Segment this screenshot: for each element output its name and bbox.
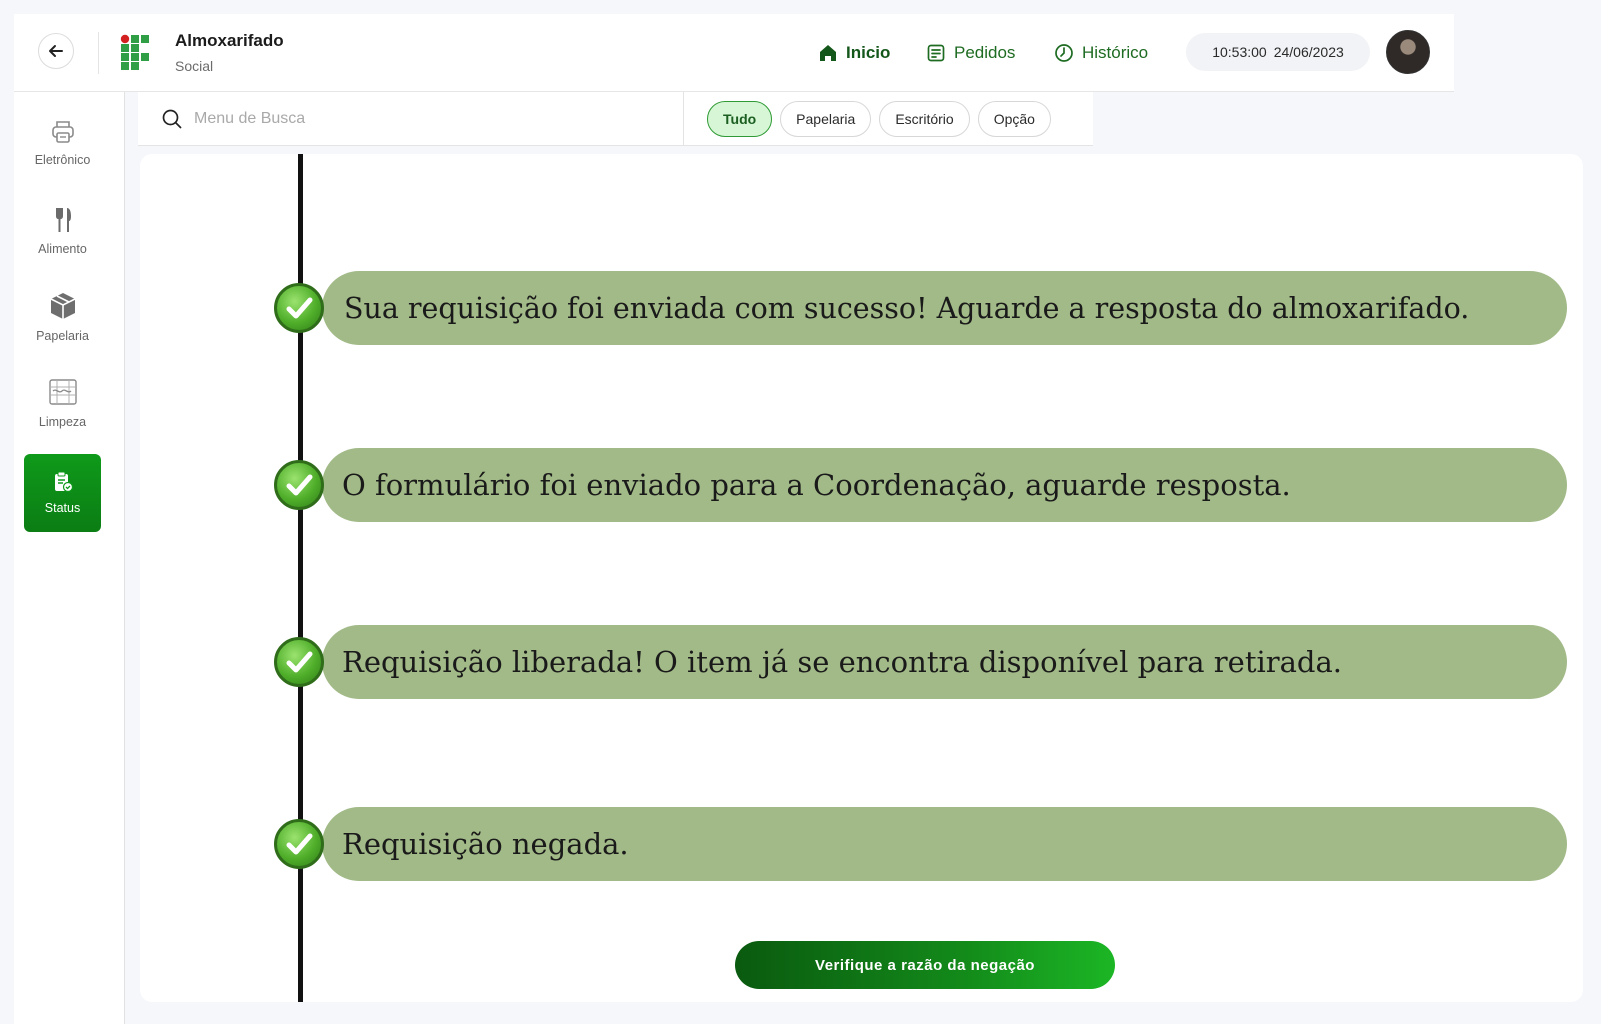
time-text: 10:53:00 [1212,44,1267,60]
clock-icon [1055,44,1073,62]
check-icon [274,637,324,687]
timeline-step: Sua requisição foi enviada com sucesso! … [274,271,1574,345]
user-avatar[interactable] [1386,30,1430,74]
search-bar [138,92,683,146]
status-timeline-card: Sua requisição foi enviada com sucesso! … [140,154,1583,1002]
filter-chip-escritorio[interactable]: Escritório [879,100,970,137]
header-divider [98,32,99,74]
check-icon [274,460,324,510]
brand-title: Almoxarifado [175,31,284,50]
home-icon [820,45,836,61]
timeline-step-text: Sua requisição foi enviada com sucesso! … [322,271,1567,345]
top-header: Almoxarifado Social Inicio Pedidos Histó… [14,14,1454,92]
back-button[interactable] [38,33,74,69]
cleaning-icon [48,379,77,405]
check-icon [274,283,324,333]
sidebar-item-limpeza[interactable]: Limpeza [24,364,101,442]
nav-historico[interactable]: Histórico [1054,41,1148,65]
search-input[interactable] [194,109,634,128]
sidebar-item-label: Papelaria [36,329,89,343]
sidebar-item-alimento[interactable]: Alimento [24,192,101,270]
sidebar-item-label: Status [44,501,81,515]
sidebar-item-status[interactable]: Status [24,454,101,532]
timeline-step: O formulário foi enviado para a Coordena… [274,448,1574,522]
timeline-step: Requisição liberada! O item já se encont… [274,625,1574,699]
box-icon [50,293,75,319]
nav-pedidos-label: Pedidos [954,43,1016,62]
nav-pedidos[interactable]: Pedidos [926,41,1015,65]
sidebar-item-label: Alimento [38,242,87,256]
document-icon [927,44,945,62]
sidebar: Eletrônico Alimento Papelaria Limpeza St… [14,92,125,1024]
timeline-step-text: Requisição liberada! O item já se encont… [322,625,1567,699]
institution-logo-icon [120,34,149,70]
nav-historico-label: Histórico [1082,43,1149,62]
status-clipboard-icon [54,471,73,493]
timeline-step-text: Requisição negada. [322,807,1567,881]
brand-subtitle: Social [175,58,214,74]
timeline-step: Requisição negada. [274,807,1574,881]
printer-icon [51,121,74,143]
sidebar-item-label: Limpeza [38,415,87,429]
sidebar-item-papelaria[interactable]: Papelaria [24,278,101,356]
filter-chip-papelaria[interactable]: Papelaria [780,100,872,137]
check-denial-reason-button[interactable]: Verifique a razão da negação [735,941,1115,989]
search-icon [162,109,182,128]
cutlery-icon [55,208,71,232]
arrow-left-icon [49,45,63,57]
filter-chips: Tudo Papelaria Escritório Opção [683,92,1093,146]
date-text: 24/06/2023 [1273,44,1344,60]
nav-inicio[interactable]: Inicio [818,41,890,65]
sidebar-item-label: Eletrônico [34,153,91,167]
datetime-display: 10:53:00 24/06/2023 [1186,33,1370,71]
timeline-step-text: O formulário foi enviado para a Coordena… [322,448,1567,522]
filter-chip-tudo[interactable]: Tudo [707,100,773,137]
sidebar-item-eletronico[interactable]: Eletrônico [24,104,101,182]
check-icon [274,819,324,869]
nav-inicio-label: Inicio [846,43,891,62]
filter-chip-opcao[interactable]: Opção [977,100,1051,137]
